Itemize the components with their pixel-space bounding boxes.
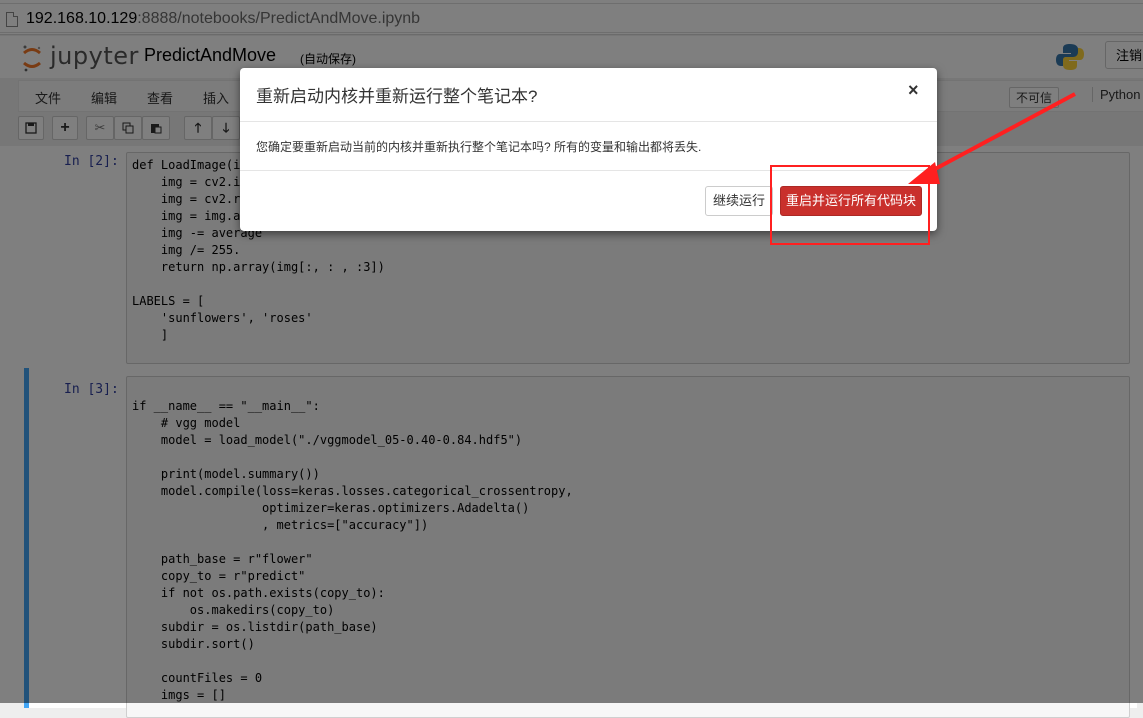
dialog-message: 您确定要重新启动当前的内核并重新执行整个笔记本吗? 所有的变量和输出都将丢失. bbox=[256, 140, 702, 154]
annotation-highlight-box bbox=[770, 165, 930, 245]
close-icon[interactable]: × bbox=[908, 80, 919, 101]
continue-running-button[interactable]: 继续运行 bbox=[705, 186, 773, 216]
dialog-title: 重新启动内核并重新运行整个笔记本? bbox=[256, 87, 538, 106]
dialog-divider bbox=[240, 121, 937, 122]
